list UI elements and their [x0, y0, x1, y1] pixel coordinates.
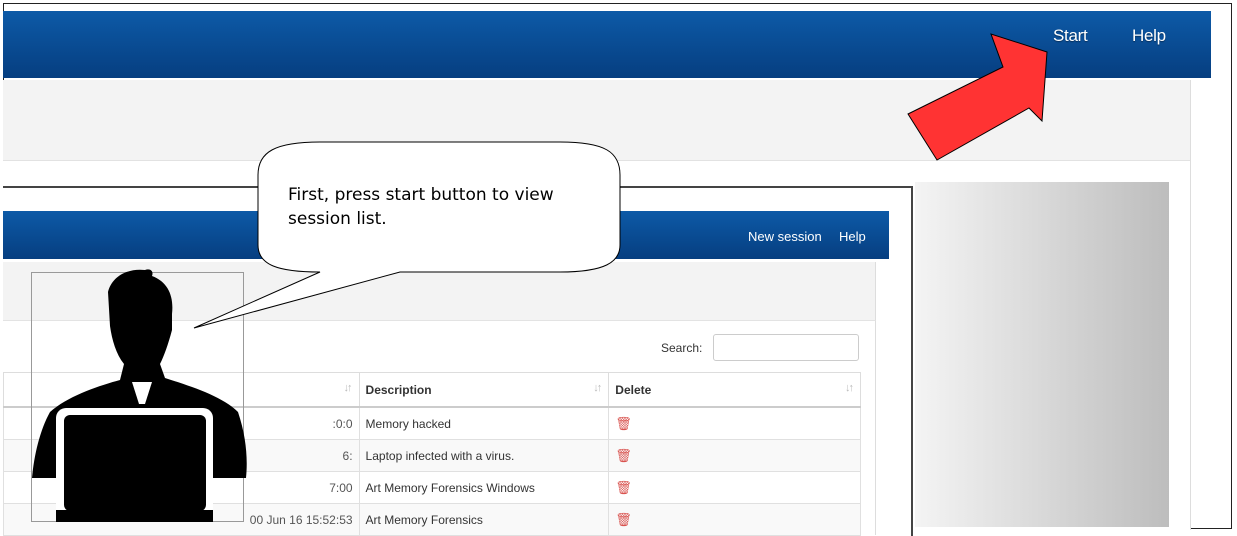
- user-laptop-icon: [32, 269, 247, 522]
- speech-bubble: [193, 141, 621, 329]
- annotation-overlay: [32, 33, 1048, 522]
- callout-text: First, press start button to view sessio…: [288, 185, 554, 229]
- red-arrow: [907, 33, 1048, 161]
